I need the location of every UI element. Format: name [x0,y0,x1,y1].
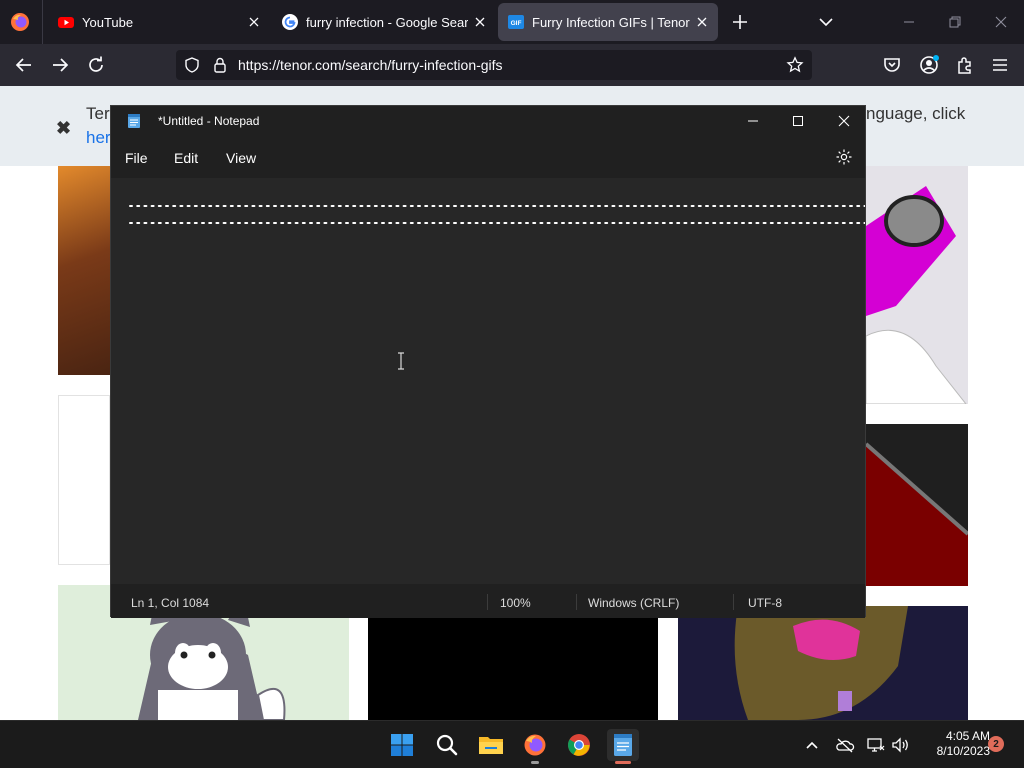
windows-start-icon [391,734,413,756]
maximize-icon[interactable] [786,109,810,133]
banner-close-icon[interactable]: ✖ [56,118,71,139]
notepad-status-bar: Ln 1, Col 1084 100% Windows (CRLF) UTF-8 [111,584,865,618]
tenor-gif-text: GIF [511,20,522,27]
browser-navigation-bar: https://tenor.com/search/furry-infection… [0,44,1024,86]
bookmark-star-icon[interactable] [786,56,804,74]
gif-thumbnail[interactable] [368,617,658,720]
zoom-level: 100% [500,596,531,610]
search-icon [436,734,458,756]
onedrive-offline-icon[interactable] [835,735,855,755]
menu-file[interactable]: File [125,150,148,166]
notepad-window: *Untitled - Notepad File Edit View Ln 1,… [110,105,866,618]
gif-thumbnail[interactable] [58,395,110,565]
file-explorer-icon [479,737,503,754]
dotted-text-line [129,205,865,207]
cursor-position: Ln 1, Col 1084 [131,596,210,610]
close-tab-icon[interactable] [242,10,266,34]
extensions-puzzle-icon[interactable] [953,53,977,77]
notepad-title: *Untitled - Notepad [158,114,260,128]
active-app-indicator [615,761,631,764]
gif-thumbnail[interactable] [58,166,110,375]
new-tab-icon[interactable] [728,10,752,34]
chevron-up-icon[interactable] [802,735,822,755]
character-image [866,166,968,404]
status-separator [576,594,577,610]
lock-icon[interactable] [211,56,229,74]
network-icon[interactable] [866,735,886,755]
clock-date: 8/10/2023 [936,744,990,758]
taskbar-firefox[interactable] [519,729,551,761]
menu-view[interactable]: View [226,150,256,166]
line-ending: Windows (CRLF) [588,596,680,610]
clock-time: 4:05 AM [945,729,990,743]
red-scene-image [866,442,968,586]
tab-youtube[interactable]: YouTube [48,3,270,41]
account-icon[interactable] [917,53,941,77]
list-all-tabs-icon[interactable] [815,10,837,34]
banner-link[interactable]: her [86,128,111,148]
tab-title: furry infection - Google Search [306,14,468,30]
forward-arrow-icon[interactable] [48,53,72,77]
gif-thumbnail[interactable] [866,424,968,586]
character-image [734,606,908,720]
status-separator [733,594,734,610]
youtube-icon [58,17,74,28]
windows-taskbar: 4:05 AM 8/10/2023 [0,720,1024,768]
close-tab-icon[interactable] [690,10,714,34]
firefox-icon [524,734,546,756]
notepad-app-icon [128,114,140,128]
browser-tab-bar: YouTube furry infection - Google Search … [0,0,1024,44]
chrome-icon [568,734,590,756]
back-arrow-icon[interactable] [12,53,36,77]
notification-badge[interactable]: 2 [988,736,1004,752]
start-button[interactable] [386,729,418,761]
hamburger-menu-icon[interactable] [988,53,1012,77]
system-clock[interactable]: 4:05 AM 8/10/2023 [918,729,990,759]
close-window-icon[interactable] [989,10,1013,34]
notepad-menu-bar: File Edit View [111,136,865,178]
notepad-text-area[interactable] [111,178,865,584]
notepad-title-bar[interactable]: *Untitled - Notepad [111,106,865,136]
tab-google-search[interactable]: furry infection - Google Search [272,3,496,41]
tab-tenor[interactable]: GIF Furry Infection GIFs | Tenor [498,3,718,41]
restore-window-icon[interactable] [943,10,967,34]
banner-text-right: nguage, click [866,104,966,123]
reload-icon[interactable] [84,53,108,77]
taskbar-notepad[interactable] [607,729,639,761]
firefox-menu-icon[interactable] [10,12,30,32]
tracking-protection-shield-icon[interactable] [183,56,201,74]
tenor-gif-icon: GIF [508,15,524,29]
minimize-window-icon[interactable] [897,10,921,34]
google-icon [282,14,298,30]
gif-thumbnail[interactable] [678,606,968,720]
taskbar-chrome[interactable] [563,729,595,761]
running-indicator [531,761,539,764]
gif-thumbnail[interactable] [866,166,968,404]
tab-separator [42,0,43,44]
address-bar[interactable]: https://tenor.com/search/furry-infection… [176,50,812,80]
taskbar-file-explorer[interactable] [475,729,507,761]
tab-title: Furry Infection GIFs | Tenor [532,14,690,30]
close-tab-icon[interactable] [468,10,492,34]
minimize-icon[interactable] [741,109,765,133]
encoding: UTF-8 [748,596,782,610]
tab-title: YouTube [82,14,134,30]
pocket-icon[interactable] [880,53,904,77]
volume-icon[interactable] [890,735,910,755]
settings-gear-icon[interactable] [835,148,853,166]
banner-text: Ter [86,104,110,123]
status-separator [487,594,488,610]
taskbar-search-button[interactable] [431,729,463,761]
url-text[interactable]: https://tenor.com/search/furry-infection… [238,57,503,73]
text-cursor-icon [398,352,404,370]
menu-edit[interactable]: Edit [174,150,198,166]
close-icon[interactable] [832,109,856,133]
dotted-text-line [129,222,865,224]
notepad-icon [614,734,632,756]
